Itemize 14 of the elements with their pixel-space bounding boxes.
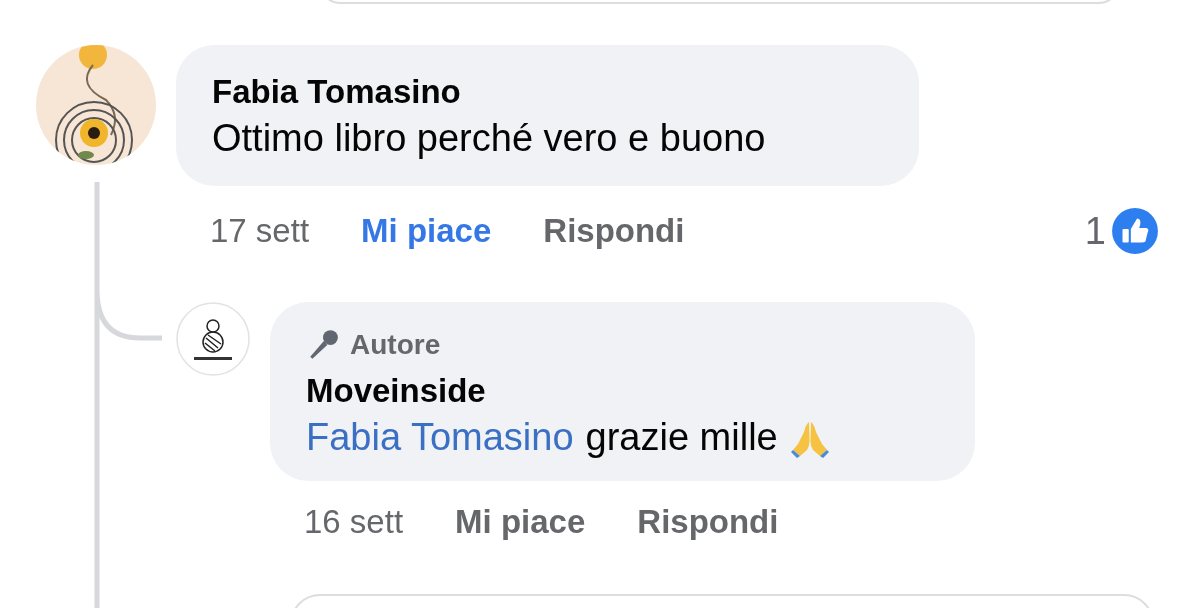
- reply-link[interactable]: Rispondi: [543, 212, 685, 250]
- comment-text: Ottimo libro perché vero e buono: [212, 117, 767, 160]
- reply-link[interactable]: Rispondi: [637, 503, 779, 541]
- author-name: Moveinside: [306, 372, 487, 410]
- mention-link[interactable]: Fabia Tomasino: [306, 416, 574, 459]
- comment-text: grazie mille: [585, 416, 778, 459]
- thumbs-up-icon: [1110, 206, 1160, 256]
- comment-time: 17 sett: [210, 212, 310, 250]
- like-link[interactable]: Mi piace: [361, 212, 492, 250]
- comment-time: 16 sett: [304, 503, 404, 541]
- like-link[interactable]: Mi piace: [455, 503, 586, 541]
- author-name: Fabia Tomasino: [212, 73, 462, 111]
- author-label: Autore: [350, 329, 441, 361]
- reaction-count: 1: [1084, 209, 1106, 253]
